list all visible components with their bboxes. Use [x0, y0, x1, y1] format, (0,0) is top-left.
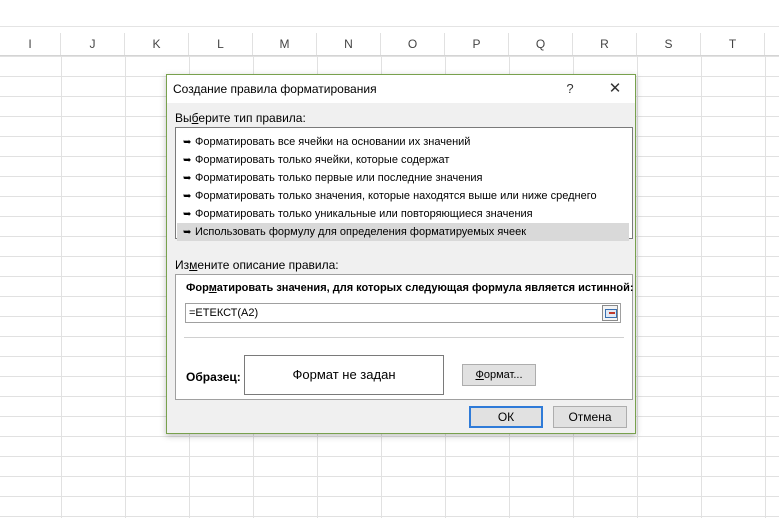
rule-type-text: Форматировать только ячейки, которые сод…	[195, 154, 450, 166]
rule-type-list[interactable]: ➥ Форматировать все ячейки на основании и…	[175, 127, 633, 241]
column-header-o[interactable]: O	[381, 33, 445, 55]
ok-button[interactable]: ОК	[469, 406, 543, 428]
cancel-button[interactable]: Отмена	[553, 406, 627, 428]
column-header-t[interactable]: T	[701, 33, 765, 55]
dialog-titlebar[interactable]: Создание правила форматирования ? ✕	[167, 75, 635, 103]
column-header-j[interactable]: J	[61, 33, 125, 55]
rule-type-item[interactable]: ➥ Форматировать только уникальные или пов…	[177, 205, 629, 223]
arrow-icon: ➥	[183, 209, 192, 220]
formula-input[interactable]: =ЕТЕКСТ(A2)	[185, 303, 621, 323]
sample-label: Образец:	[186, 370, 241, 384]
column-header-l[interactable]: L	[189, 33, 253, 55]
divider	[184, 337, 624, 338]
help-button[interactable]: ?	[559, 79, 581, 99]
format-preview: Формат не задан	[244, 355, 444, 395]
rule-type-label-part: ерите тип правила:	[198, 111, 306, 125]
column-header-i[interactable]: I	[0, 33, 61, 55]
formula-bar-area	[0, 0, 779, 27]
rule-description-panel: Форматировать значения, для которых след…	[175, 274, 634, 400]
format-button[interactable]: Формат...	[462, 364, 536, 386]
arrow-icon: ➥	[183, 155, 192, 166]
rule-type-item[interactable]: ➥ Форматировать только значения, которые …	[177, 187, 629, 205]
column-header-row: I J K L M N O P Q R S T	[0, 33, 779, 56]
arrow-icon: ➥	[183, 173, 192, 184]
format-button-accel: Ф	[475, 369, 484, 381]
column-header-r[interactable]: R	[573, 33, 637, 55]
column-header-p[interactable]: P	[445, 33, 509, 55]
rule-type-label-part: Вы	[175, 111, 192, 125]
rule-type-text: Использовать формулу для определения фор…	[195, 226, 527, 238]
range-select-icon[interactable]	[602, 305, 618, 321]
new-formatting-rule-dialog: Создание правила форматирования ? ✕ Выбе…	[166, 74, 636, 434]
dialog-title: Создание правила форматирования	[173, 82, 377, 96]
rule-type-item[interactable]: ➥ Форматировать все ячейки на основании и…	[177, 133, 629, 151]
column-header-s[interactable]: S	[637, 33, 701, 55]
format-button-part: ормат...	[483, 369, 523, 381]
arrow-icon: ➥	[183, 137, 192, 148]
rule-type-item[interactable]: ➥ Форматировать только ячейки, которые со…	[177, 151, 629, 169]
formula-caption-accel: м	[208, 282, 217, 294]
rule-type-text: Форматировать все ячейки на основании их…	[195, 136, 471, 148]
arrow-icon: ➥	[183, 191, 192, 202]
rule-type-label: Выберите тип правила:	[175, 111, 306, 125]
rule-type-item[interactable]: ➥ Форматировать только первые или последн…	[177, 169, 629, 187]
rule-type-text: Форматировать только первые или последни…	[195, 172, 483, 184]
arrow-icon: ➥	[183, 227, 192, 238]
formula-caption-part: Фор	[186, 282, 209, 294]
column-header-n[interactable]: N	[317, 33, 381, 55]
rule-type-text: Форматировать только уникальные или повт…	[195, 208, 533, 220]
formula-value: =ЕТЕКСТ(A2)	[189, 307, 259, 319]
rule-type-text: Форматировать только значения, которые н…	[195, 190, 597, 202]
description-label-part: Из	[175, 258, 190, 272]
description-label-part: ените описание правила:	[197, 258, 339, 272]
formula-caption-part: атировать значения, для которых следующа…	[216, 282, 634, 294]
column-header-k[interactable]: K	[125, 33, 189, 55]
rule-description-label: Измените описание правила:	[175, 258, 339, 272]
column-header-m[interactable]: M	[253, 33, 317, 55]
column-header-q[interactable]: Q	[509, 33, 573, 55]
rule-type-item-selected[interactable]: ➥ Использовать формулу для определения фо…	[177, 223, 629, 241]
formula-caption: Форматировать значения, для которых след…	[186, 282, 634, 294]
close-icon[interactable]: ✕	[603, 79, 627, 99]
